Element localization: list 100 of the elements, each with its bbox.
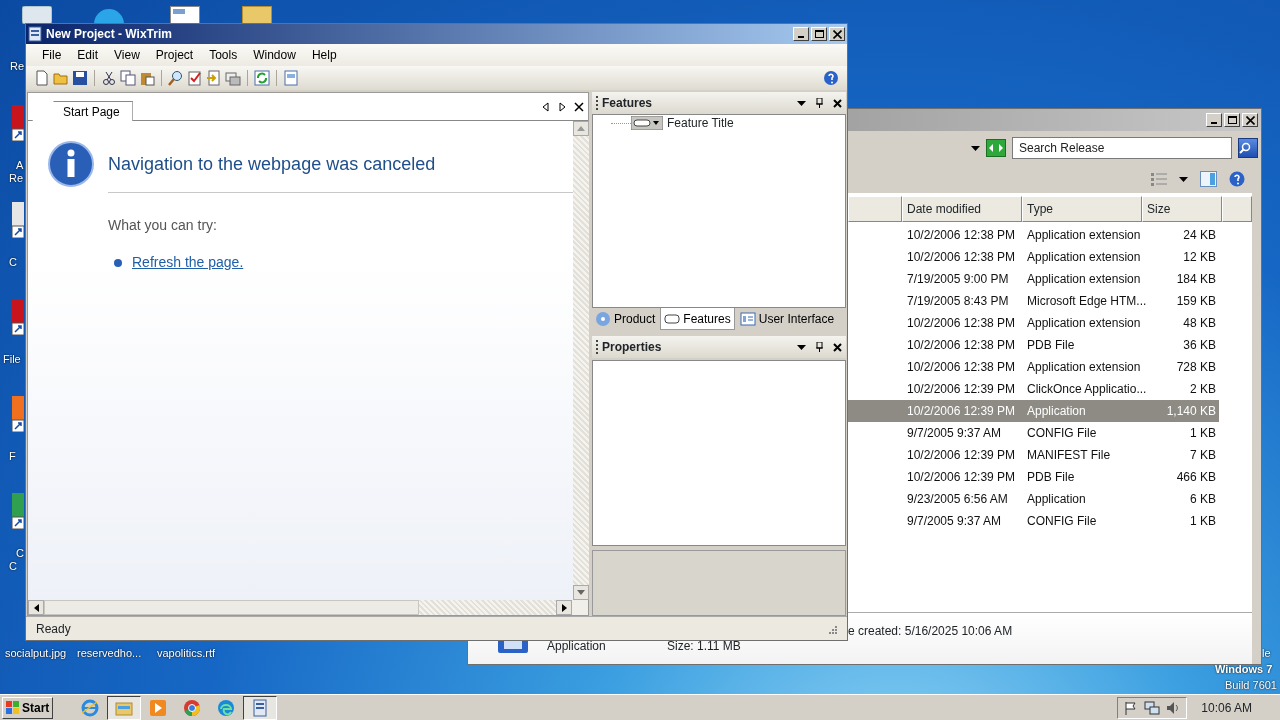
search-field[interactable]: Search Release [1012,137,1232,159]
column-header[interactable]: Date modified [902,196,1022,222]
vertical-scrollbar[interactable] [573,121,589,600]
file-row[interactable]: 9/7/2005 9:37 AM CONFIG File 1 KB [848,422,1219,444]
network-icon[interactable] [1144,700,1161,715]
pane-tab[interactable]: Product [592,308,659,330]
minimize-button[interactable] [793,27,809,41]
table-cell-text: 1,140 KB [1165,403,1216,420]
file-row[interactable]: 10/2/2006 12:38 PM Application extension 48 KB [848,312,1219,334]
help-icon[interactable] [1229,171,1245,187]
refresh-link[interactable]: Refresh the page. [132,252,244,273]
caret-icon[interactable] [1179,176,1188,182]
menu-item[interactable]: Tools [201,46,246,64]
scroll-left-icon[interactable] [542,101,550,112]
close-icon[interactable] [833,98,842,108]
maximize-button[interactable] [1224,113,1240,127]
pane-tab[interactable]: User Interface [736,308,838,330]
checklist-icon[interactable] [187,70,203,86]
os-notice: Windows 7 [1215,663,1273,676]
column-header[interactable]: Type [1022,196,1142,222]
table-cell-text: 2 KB [1189,381,1216,398]
menu-item[interactable]: Window [245,46,304,64]
taskbar-button[interactable] [107,695,142,720]
file-row[interactable]: 10/2/2006 12:38 PM Application extension 24 KB [848,224,1219,246]
speaker-icon[interactable] [1166,700,1181,715]
clipboard-icon[interactable] [139,70,155,86]
taskbar-button[interactable] [243,695,278,720]
minimize-button[interactable] [1206,113,1222,127]
table-cell-text: 10/2/2006 12:39 PM [907,447,1017,464]
caret-icon[interactable] [971,145,980,151]
file-row[interactable]: 7/19/2005 9:00 PM Application extension 184 KB [848,268,1219,290]
page-heading: Navigation to the webpage was canceled [108,153,437,176]
menu-item[interactable]: Help [303,46,345,64]
help-icon[interactable] [823,70,839,86]
search-icon[interactable] [168,70,184,86]
go-button[interactable] [986,139,1006,157]
icon-label: C [9,256,17,269]
detail-text: e created: 5/16/2025 10:06 AM [848,624,1013,638]
file-row[interactable]: 9/7/2005 9:37 AM CONFIG File 1 KB [848,510,1219,532]
scroll-right-icon[interactable] [561,603,567,612]
shortcut-icon [12,105,24,141]
table-cell-text: 48 KB [1182,315,1216,332]
pin-icon[interactable] [816,342,823,352]
column-header[interactable]: Size [1142,196,1222,222]
table-cell-text: 12 KB [1182,249,1216,266]
table-cell-text: 10/2/2006 12:38 PM [907,359,1017,376]
table-cell-text: 24 KB [1182,227,1216,244]
menu-item[interactable]: File [34,46,70,64]
table-cell-text: 1 KB [1189,425,1216,442]
shortcut-icon [12,299,24,335]
clock[interactable]: 10:06 AM [1195,698,1278,717]
caret-icon[interactable] [797,344,806,350]
table-cell-text: 9/23/2005 6:56 AM [907,491,1009,508]
table-cell-text: Application extension [1027,271,1142,288]
tree-item[interactable]: Feature Title [667,114,734,132]
file-row[interactable]: 10/2/2006 12:38 PM PDB File 36 KB [848,334,1219,356]
caret-icon[interactable] [797,100,806,106]
table-cell-text: 10/2/2006 12:38 PM [907,337,1017,354]
scroll-right-icon[interactable] [558,101,566,112]
table-cell-text: Application extension [1027,315,1142,332]
close-button[interactable] [1242,113,1258,127]
file-row[interactable]: 10/2/2006 12:38 PM Application extension 12 KB [848,246,1219,268]
file-row[interactable]: 10/2/2006 12:39 PM PDB File 466 KB [848,466,1219,488]
close-button[interactable] [829,27,845,41]
close-icon[interactable] [833,342,842,352]
table-cell-text: 466 KB [1175,469,1216,486]
file-row[interactable]: 9/23/2005 6:56 AM Application 6 KB [848,488,1219,510]
menu-item[interactable]: Edit [69,46,107,64]
copy-icon[interactable] [120,70,136,86]
maximize-button[interactable] [811,27,827,41]
scissors-icon[interactable] [101,70,117,86]
file-row[interactable]: 7/19/2005 8:43 PM Microsoft Edge HTM... 159 KB [848,290,1219,312]
table-cell-text: Application extension [1027,227,1142,244]
table-cell-text: 184 KB [1175,271,1216,288]
file-row[interactable]: 10/2/2006 12:38 PM Application extension 728 KB [848,356,1219,378]
menu-item[interactable]: View [106,46,148,64]
scroll-down-icon[interactable] [577,590,585,595]
table-cell-text: 728 KB [1175,359,1216,376]
start-button[interactable]: Start [2,696,54,719]
window-title: New Project - WixTrim [46,26,172,43]
search-button[interactable] [1238,138,1258,158]
file-row[interactable]: 10/2/2006 12:39 PM ClickOnce Applicatio... 2 KB [848,378,1219,400]
new-document-icon[interactable] [34,70,50,86]
icon-label: Re [9,172,24,185]
table-cell-text: 10/2/2006 12:39 PM [907,381,1017,398]
close-icon[interactable] [574,101,584,112]
table-cell-text: 9/7/2005 9:37 AM [907,425,1003,442]
pane-tab[interactable]: Features [660,308,735,330]
horizontal-scrollbar[interactable] [28,600,588,615]
stack-icon[interactable] [225,70,241,86]
scroll-left-icon[interactable] [33,603,39,612]
menu-item[interactable]: Project [147,46,202,64]
flag-icon[interactable] [1124,700,1139,715]
column-header[interactable] [848,196,902,222]
windows-flag-icon [6,700,20,715]
refresh-icon[interactable] [254,70,270,86]
document-tab[interactable]: Start Page [32,101,133,121]
pin-icon[interactable] [816,98,823,108]
file-row[interactable]: 10/2/2006 12:39 PM MANIFEST File 7 KB [848,444,1219,466]
preview-pane-icon[interactable] [1200,171,1217,187]
